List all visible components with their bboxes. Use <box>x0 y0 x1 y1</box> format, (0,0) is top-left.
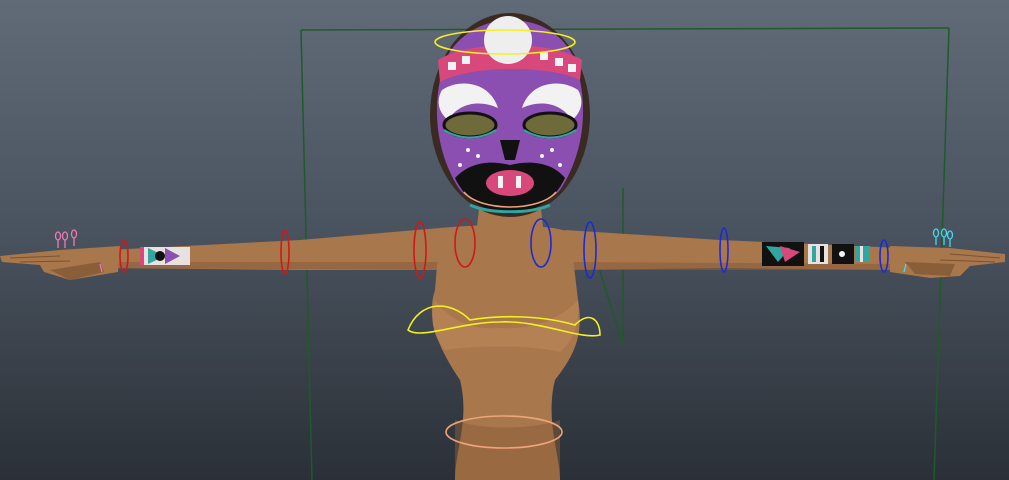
torso-mesh[interactable] <box>431 225 580 480</box>
3d-viewport[interactable] <box>0 0 1009 480</box>
right-hand[interactable] <box>890 246 1005 278</box>
scene-canvas[interactable] <box>0 0 1009 480</box>
forehead-disc <box>484 16 532 64</box>
right-arm-band <box>762 242 870 266</box>
tribal-mask-head[interactable] <box>430 13 590 217</box>
left-hand[interactable] <box>0 246 120 280</box>
left-arm-band <box>140 247 190 265</box>
